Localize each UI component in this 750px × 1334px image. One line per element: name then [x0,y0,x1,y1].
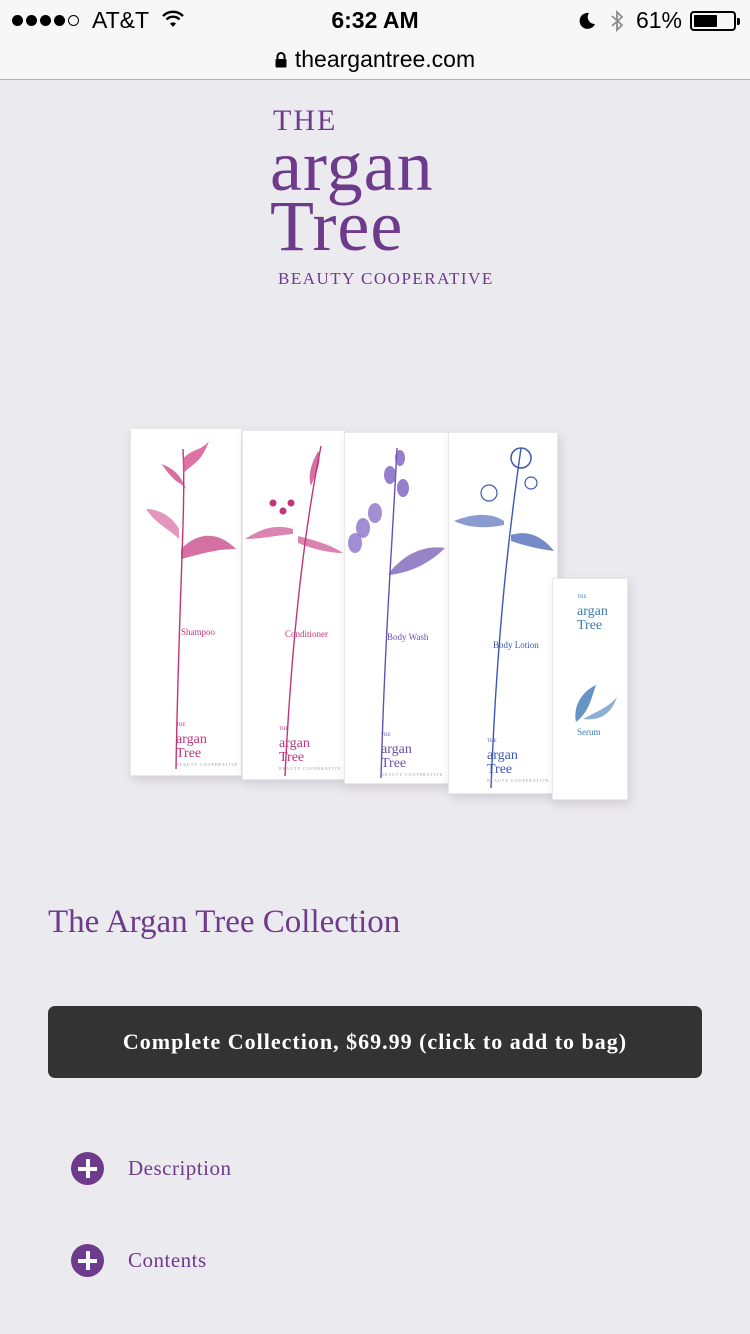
bluetooth-icon [610,9,624,32]
wifi-icon [161,7,185,34]
product-name: Body Wash [387,632,429,642]
box-brand-tagline: BEAUTY COOPERATIVE [487,778,550,783]
url-domain: theargantree.com [294,46,476,72]
box-brand-logo: THE argan Tree [279,727,310,765]
box-brand-logo: THE argan Tree [577,595,608,633]
status-bar: AT&T 6:32 AM 61% [0,0,750,40]
accordion-contents[interactable]: Contents [71,1243,207,1277]
product-name: Conditioner [285,629,328,639]
add-to-bag-button[interactable]: Complete Collection, $69.99 (click to ad… [48,1006,702,1078]
box-brand-logo: THE argan Tree [381,733,412,771]
box-brand-tagline: BEAUTY COOPERATIVE [279,766,342,771]
signal-strength-icon [12,15,82,26]
lock-icon [275,51,287,68]
accordion-label: Description [128,1155,232,1180]
plus-circle-icon[interactable] [71,1151,104,1185]
leaf-illustration-icon [575,685,617,722]
product-name: Body Lotion [493,640,539,650]
product-box-shampoo: Shampoo THE argan Tree BEAUTY COOPERATIVE [130,428,242,776]
accordion-description[interactable]: Description [71,1151,231,1185]
carrier-name: AT&T [92,7,150,33]
product-box-body-lotion: Body Lotion THE argan Tree BEAUTY COOPERA… [448,432,558,794]
logo-tree: Tree [270,186,404,266]
product-box-body-wash: Body Wash THE argan Tree BEAUTY COOPERATI… [344,432,450,784]
product-name: Shampoo [181,627,216,637]
plus-circle-icon[interactable] [71,1243,104,1277]
logo-tagline: BEAUTY COOPERATIVE [278,269,494,288]
product-name: Serum [577,727,601,737]
product-collection-image: Shampoo THE argan Tree BEAUTY COOPERATIVE… [120,420,640,820]
product-box-conditioner: Conditioner THE argan Tree BEAUTY COOPERA… [242,430,346,780]
address-bar[interactable]: theargantree.com [0,40,750,80]
battery-icon [690,10,740,31]
battery-percent: 61% [635,7,682,33]
brand-logo[interactable]: THE argan Tree BEAUTY COOPERATIVE [270,104,500,294]
do-not-disturb-moon-icon [578,12,596,30]
box-brand-logo: THE argan Tree [487,739,518,777]
box-brand-tagline: BEAUTY COOPERATIVE [381,772,444,777]
product-box-serum: THE argan Tree Serum [552,578,628,800]
box-brand-logo: THE argan Tree [176,723,207,761]
box-brand-tagline: BEAUTY COOPERATIVE [176,762,239,767]
collection-title: The Argan Tree Collection [48,904,401,940]
accordion-label: Contents [128,1247,207,1272]
